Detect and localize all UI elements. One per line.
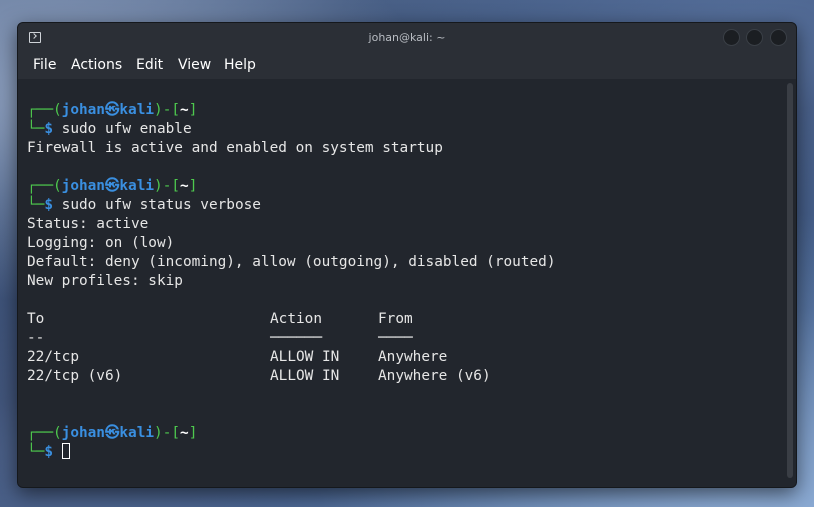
output-line: New profiles: skip	[27, 273, 183, 289]
text-cursor	[61, 443, 70, 459]
output-line: Default: deny (incoming), allow (outgoin…	[27, 254, 556, 270]
rule-from: Anywhere (v6)	[378, 368, 491, 384]
close-button[interactable]	[770, 29, 787, 46]
scrollbar[interactable]	[787, 83, 793, 478]
rules-header: To	[27, 311, 45, 327]
rules-separator: ──────	[270, 330, 322, 346]
rule-from: Anywhere	[378, 349, 448, 365]
menu-view[interactable]: View	[178, 57, 211, 73]
menu-help[interactable]: Help	[224, 57, 256, 73]
command-line[interactable]: └─$	[27, 443, 70, 462]
prompt-line: ┌──(johan㉿kali)-[~]	[27, 102, 198, 118]
rules-header-action: Action	[270, 311, 322, 327]
terminal-output[interactable]: ┌──(johan㉿kali)-[~] └─$ sudo ufw enable …	[18, 79, 796, 487]
rules-header-from: From	[378, 311, 413, 327]
terminal-window[interactable]: johan@kali: ~ File Actions Edit View Hel…	[17, 22, 797, 488]
rule-to: 22/tcp (v6)	[27, 368, 123, 384]
rule-action: ALLOW IN	[270, 349, 340, 365]
rules-separator: ────	[378, 330, 413, 346]
prompt-line: ┌──(johan㉿kali)-[~]	[27, 178, 198, 194]
output-line: Firewall is active and enabled on system…	[27, 140, 443, 156]
menu-bar: File Actions Edit View Help	[18, 53, 796, 79]
command-line: └─$ sudo ufw enable	[27, 121, 192, 137]
command-line: └─$ sudo ufw status verbose	[27, 197, 261, 213]
title-bar[interactable]: johan@kali: ~	[18, 23, 796, 53]
menu-edit[interactable]: Edit	[136, 57, 163, 73]
menu-file[interactable]: File	[33, 57, 56, 73]
prompt-line: ┌──(johan㉿kali)-[~]	[27, 425, 198, 441]
window-title: johan@kali: ~	[368, 31, 446, 44]
output-line: Logging: on (low)	[27, 235, 175, 251]
rule-action: ALLOW IN	[270, 368, 340, 384]
minimize-button[interactable]	[723, 29, 740, 46]
rules-separator: --	[27, 330, 45, 346]
maximize-button[interactable]	[746, 29, 763, 46]
menu-actions[interactable]: Actions	[71, 57, 122, 73]
rule-to: 22/tcp	[27, 349, 79, 365]
output-line: Status: active	[27, 216, 149, 232]
